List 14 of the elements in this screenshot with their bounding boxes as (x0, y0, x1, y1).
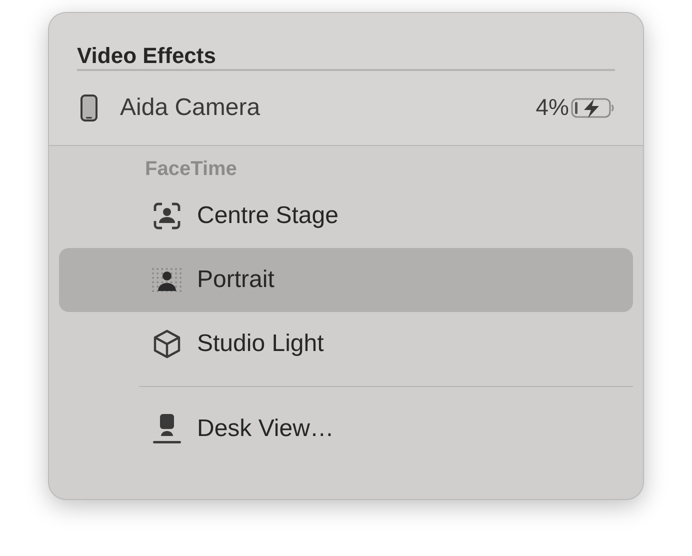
battery-charging-icon (571, 96, 615, 118)
cube-icon (152, 328, 182, 358)
menu-item[interactable]: Portrait (59, 248, 633, 312)
menu-item[interactable]: Studio Light (59, 312, 633, 376)
battery-percentage: 4% (536, 94, 569, 121)
person-frame-icon (152, 202, 182, 230)
device-name: Aida Camera (120, 94, 262, 122)
phone-icon (80, 94, 98, 122)
section-header: FaceTime (144, 158, 238, 182)
desk-camera-icon (152, 413, 182, 445)
menu-item[interactable]: Centre Stage (59, 184, 633, 248)
menu-item[interactable]: Desk View… (59, 397, 633, 461)
portrait-person-icon (151, 266, 183, 294)
menu-title: Video Effects (76, 42, 217, 69)
